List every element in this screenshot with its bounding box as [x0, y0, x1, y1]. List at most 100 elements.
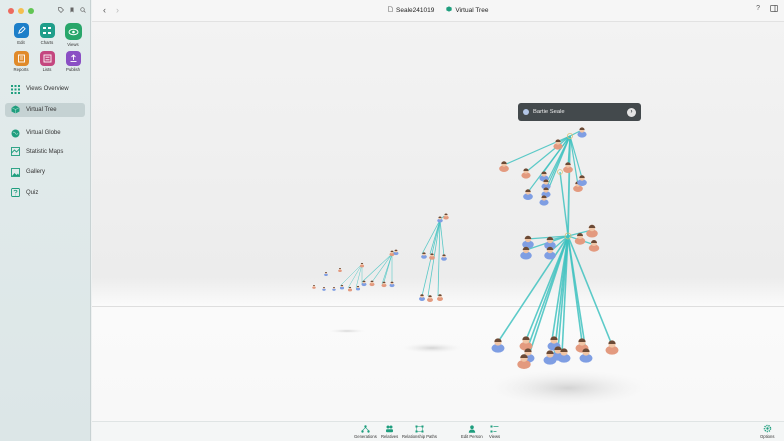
sidebar: Edit Charts Views Reports Lists Publish … — [0, 0, 91, 441]
publish-button[interactable]: Publish — [60, 50, 86, 72]
person-figure[interactable] — [338, 267, 342, 273]
person-figure[interactable] — [419, 294, 425, 301]
sidebar-tools — [58, 7, 86, 13]
document-icon — [388, 6, 393, 14]
views-navigation: Views Overview Virtual Tree Virtual Glob… — [5, 82, 85, 206]
person-figure[interactable] — [577, 127, 587, 138]
title: Seale241019 Virtual Tree — [388, 6, 488, 14]
relationship-line — [559, 171, 569, 237]
reports-button[interactable]: Reports — [8, 50, 34, 72]
floor-shadow — [329, 329, 365, 333]
search-icon[interactable] — [80, 7, 86, 13]
publish-icon — [65, 50, 81, 66]
options-button[interactable]: Options — [760, 424, 774, 439]
cube-icon — [446, 6, 452, 14]
generations-button[interactable]: Generations — [354, 424, 377, 439]
person-figure[interactable] — [523, 189, 533, 200]
open-person-button[interactable]: › — [627, 107, 636, 117]
back-arrow-icon[interactable]: ‹ — [103, 5, 106, 15]
person-figure[interactable] — [429, 253, 435, 260]
list-icon — [39, 50, 55, 66]
person-figure[interactable] — [427, 295, 433, 302]
lists-button[interactable]: Lists — [34, 50, 60, 72]
eye-icon — [64, 23, 82, 40]
person-callout[interactable]: Bartie Seale › — [518, 103, 641, 121]
floor-shadow — [402, 343, 462, 353]
person-figure[interactable] — [491, 338, 505, 353]
person-figure[interactable] — [437, 216, 443, 223]
person-figure[interactable] — [588, 240, 600, 252]
person-gender-dot — [523, 109, 529, 115]
forward-arrow-icon[interactable]: › — [116, 5, 119, 15]
sidebar-item-virtual-globe[interactable]: Virtual Globe — [5, 126, 85, 140]
views-button[interactable]: Views — [60, 23, 86, 47]
person-figure[interactable] — [577, 175, 587, 186]
tree-graphics — [312, 127, 648, 406]
charts-icon — [39, 23, 55, 38]
relationship-line — [355, 263, 363, 289]
person-figure[interactable] — [563, 162, 573, 173]
relationship-line — [439, 219, 445, 257]
quiz-icon — [11, 188, 20, 197]
gear-icon — [763, 424, 772, 433]
person-figure[interactable] — [605, 340, 619, 355]
sidebar-item-gallery[interactable]: Gallery — [5, 165, 85, 179]
person-figure[interactable] — [324, 271, 328, 277]
cube-icon — [11, 105, 20, 114]
reports-icon — [13, 50, 29, 66]
map-icon — [11, 147, 20, 156]
person-figure[interactable] — [359, 262, 365, 268]
zoom-window-button[interactable] — [28, 8, 34, 14]
sidebar-item-views-overview[interactable]: Views Overview — [5, 82, 85, 96]
edit-person-button[interactable]: Edit Person — [461, 424, 483, 439]
person-figure[interactable] — [586, 224, 598, 238]
tag-icon[interactable] — [58, 7, 64, 13]
person-figure[interactable] — [441, 254, 447, 261]
person-figure[interactable] — [443, 213, 449, 220]
bottom-toolbar: Generations Relatives Relationship Paths… — [92, 421, 784, 441]
views-menu-button[interactable]: Views — [489, 424, 500, 439]
document-title: Seale241019 — [388, 6, 434, 14]
view-title: Virtual Tree — [446, 6, 488, 14]
help-icon[interactable]: ? — [756, 5, 760, 14]
person-figure[interactable] — [393, 249, 399, 256]
pencil-icon — [13, 23, 29, 38]
minimize-window-button[interactable] — [18, 8, 24, 14]
person-figure[interactable] — [522, 235, 534, 249]
charts-button[interactable]: Charts — [34, 23, 60, 47]
views-icon — [490, 424, 499, 433]
relatives-button[interactable]: Relatives — [381, 424, 398, 439]
titlebar-actions: ? — [756, 5, 778, 14]
toolbar-grid: Edit Charts Views Reports Lists Publish — [8, 23, 86, 72]
person-figure[interactable] — [322, 287, 326, 291]
sidebar-item-virtual-tree[interactable]: Virtual Tree — [5, 102, 85, 117]
close-window-button[interactable] — [8, 8, 14, 14]
relationship-line — [371, 253, 393, 283]
sidebar-toggle-icon[interactable] — [770, 5, 778, 14]
person-figure[interactable] — [369, 280, 375, 287]
floor-shadow — [488, 370, 648, 406]
grid-icon — [11, 84, 20, 94]
relationship-line — [383, 253, 393, 283]
titlebar: ‹ › Seale241019 Virtual Tree ? — [92, 0, 784, 22]
virtual-tree-canvas[interactable]: Bartie Seale › — [92, 22, 784, 421]
generations-icon — [361, 424, 370, 433]
relationship-line — [567, 135, 571, 237]
window-controls — [8, 8, 34, 14]
edit-button[interactable]: Edit — [8, 23, 34, 47]
sidebar-item-quiz[interactable]: Quiz — [5, 186, 85, 200]
gallery-icon — [11, 167, 20, 177]
relatives-icon — [385, 424, 394, 433]
person-figure[interactable] — [312, 285, 316, 289]
relationship-lines — [339, 129, 613, 359]
sidebar-item-statistic-maps[interactable]: Statistic Maps — [5, 145, 85, 159]
person-figure[interactable] — [574, 233, 586, 245]
bookmark-icon[interactable] — [69, 7, 75, 13]
relationship-line — [567, 235, 587, 353]
relationship-paths-button[interactable]: Relationship Paths — [402, 424, 437, 439]
person-figure[interactable] — [332, 287, 336, 291]
globe-icon — [11, 129, 20, 138]
relationship-paths-icon — [415, 424, 424, 433]
person-icon — [467, 424, 476, 433]
person-figure[interactable] — [389, 281, 395, 288]
